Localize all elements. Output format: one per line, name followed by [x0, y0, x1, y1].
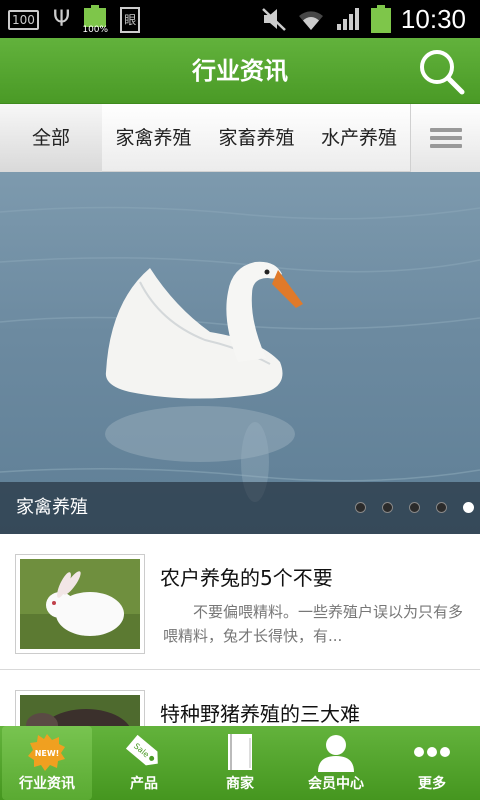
page-title: 行业资讯 — [192, 57, 288, 85]
carousel-indicator — [355, 502, 474, 513]
mute-icon — [262, 8, 286, 31]
banner-caption-bar: 家禽养殖 — [0, 482, 480, 534]
nav-products[interactable]: Sale 产品 — [96, 726, 192, 800]
nav-label: 更多 — [418, 776, 446, 792]
svg-text:NEW!: NEW! — [35, 749, 60, 758]
battery-icon: 100% — [82, 5, 108, 35]
boar-image — [20, 695, 140, 726]
sale-tag-icon: Sale — [125, 734, 158, 766]
nav-label: 行业资讯 — [19, 776, 75, 792]
category-tabs: 全部 家禽养殖 家畜养殖 水产养殖 — [0, 104, 480, 172]
nav-news[interactable]: NEW! 行业资讯 — [2, 726, 92, 800]
user-icon — [318, 735, 354, 772]
app-header: 行业资讯 — [0, 38, 480, 104]
nav-merchants[interactable]: 商家 — [192, 726, 288, 800]
carousel-dot[interactable] — [382, 502, 393, 513]
banner-carousel[interactable]: 家禽养殖 — [0, 172, 480, 534]
nav-more[interactable]: 更多 — [384, 726, 480, 800]
signal-icon — [336, 8, 359, 30]
carousel-dot-active[interactable] — [463, 502, 474, 513]
news-item[interactable]: 特种野猪养殖的三大难 — [0, 670, 480, 726]
news-thumbnail — [15, 690, 145, 726]
carousel-dot[interactable] — [409, 502, 420, 513]
news-title: 特种野猪养殖的三大难 — [160, 702, 360, 726]
news-thumbnail — [15, 554, 145, 654]
wifi-icon — [298, 11, 323, 30]
news-list: 农户养兔的5个不要 不要偏喂精料。一些养殖户误以为只有多喂精料，兔才长得快，有.… — [0, 534, 480, 726]
more-dots-icon — [414, 747, 450, 757]
tab-poultry[interactable]: 家禽养殖 — [102, 104, 205, 172]
badge-icon: 100 — [8, 10, 39, 30]
nav-label: 会员中心 — [308, 776, 364, 792]
new-badge-icon: NEW! — [28, 734, 65, 771]
news-title: 农户养兔的5个不要 — [160, 566, 333, 590]
carousel-dot[interactable] — [436, 502, 447, 513]
nav-label: 产品 — [130, 776, 158, 792]
swan-image — [0, 206, 480, 502]
hamburger-menu-icon[interactable] — [410, 104, 480, 172]
document-icon: 眼 — [120, 7, 141, 33]
tab-livestock[interactable]: 家畜养殖 — [205, 104, 308, 172]
search-icon[interactable] — [416, 46, 466, 96]
bottom-navigation: NEW! 行业资讯 Sale 产品 商家 会员中心 更多 — [0, 726, 480, 800]
usb-icon: Ψ — [52, 7, 71, 32]
clock: 10:30 — [400, 4, 466, 34]
carousel-dot[interactable] — [355, 502, 366, 513]
battery-icon — [370, 5, 391, 33]
nav-member-center[interactable]: 会员中心 — [288, 726, 384, 800]
book-icon — [228, 734, 252, 770]
news-item[interactable]: 农户养兔的5个不要 不要偏喂精料。一些养殖户误以为只有多喂精料，兔才长得快，有.… — [0, 534, 480, 670]
news-summary: 不要偏喂精料。一些养殖户误以为只有多喂精料，兔才长得快，有... — [163, 603, 464, 645]
banner-caption: 家禽养殖 — [16, 497, 88, 518]
rabbit-image — [20, 559, 140, 649]
tab-aquaculture[interactable]: 水产养殖 — [308, 104, 410, 172]
tab-all[interactable]: 全部 — [0, 104, 102, 172]
status-bar: 100 Ψ 100% 眼 10:30 — [0, 0, 480, 38]
battery-percent: 100% — [82, 25, 109, 35]
nav-label: 商家 — [226, 776, 254, 792]
